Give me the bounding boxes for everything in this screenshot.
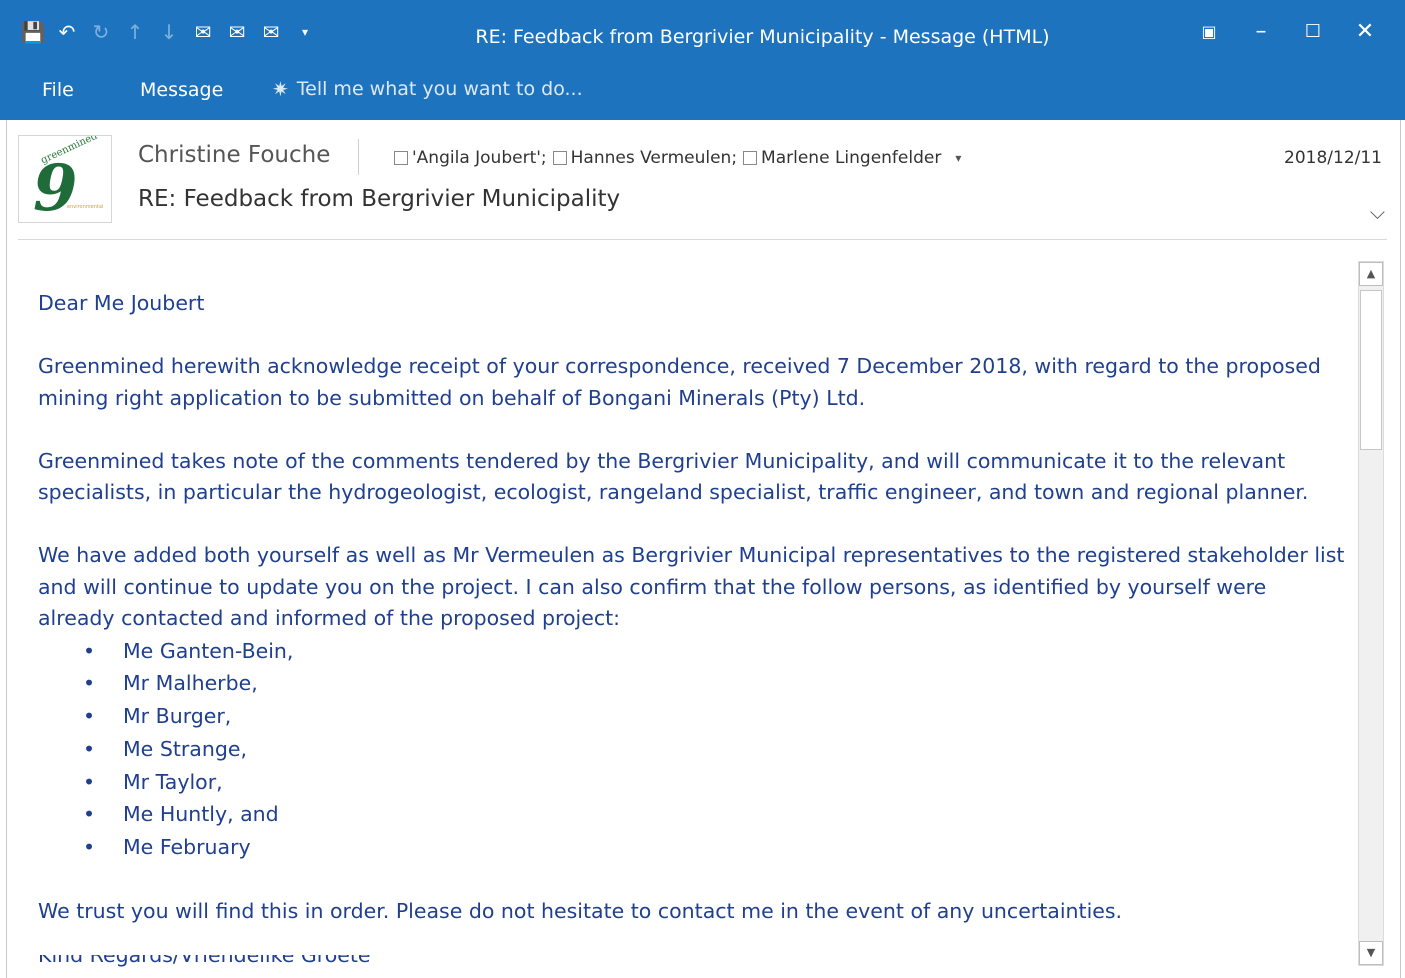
lightbulb-icon: ✷ <box>272 77 289 101</box>
persons-list: Me Ganten-Bein, Mr Malherbe, Mr Burger, … <box>38 635 1348 865</box>
maximize-icon[interactable]: ☐ <box>1287 16 1339 48</box>
svg-text:environmental: environmental <box>67 204 103 210</box>
recipients-list: 'Angila Joubert'; Hannes Vermeulen; Marl… <box>394 148 961 168</box>
header-divider <box>18 239 1387 240</box>
paragraph: Greenmined herewith acknowledge receipt … <box>38 354 1321 410</box>
message-subject: RE: Feedback from Bergrivier Municipalit… <box>138 186 621 212</box>
sent-date: 2018/12/11 <box>1284 148 1382 168</box>
recipient[interactable]: 'Angila Joubert'; <box>394 148 547 168</box>
list-item: Me Ganten-Bein, <box>83 635 1348 668</box>
list-item: Mr Taylor, <box>83 766 1348 799</box>
message-body: Dear Me Joubert Greenmined herewith ackn… <box>38 288 1348 959</box>
greenmined-logo-icon: greenmined 9 environmental <box>33 136 103 222</box>
list-item: Mr Burger, <box>83 700 1348 733</box>
list-item: Mr Malherbe, <box>83 667 1348 700</box>
contact-card-icon <box>394 151 408 165</box>
tab-file[interactable]: File <box>42 79 74 101</box>
greeting: Dear Me Joubert <box>38 291 205 315</box>
header-separator <box>358 139 359 175</box>
paragraph: We trust you will find this in order. Pl… <box>38 898 1123 923</box>
tab-message[interactable]: Message <box>140 79 223 101</box>
close-icon[interactable]: ✕ <box>1339 16 1391 48</box>
scroll-up-icon[interactable]: ▲ <box>1359 262 1383 286</box>
expand-header-chevron-icon[interactable]: ⌵ <box>1370 200 1385 224</box>
list-item: Me Huntly, and <box>83 798 1348 831</box>
window-controls: ▣ – ☐ ✕ <box>1183 16 1391 48</box>
contact-card-icon <box>552 151 567 165</box>
scroll-down-icon[interactable]: ▼ <box>1359 941 1383 965</box>
tell-me-placeholder: Tell me what you want to do... <box>296 78 583 100</box>
recipient[interactable]: Hannes Vermeulen; <box>552 148 737 168</box>
list-item: Me February <box>83 831 1348 864</box>
list-item: Me Strange, <box>83 733 1348 766</box>
sender-avatar: greenmined 9 environmental <box>18 135 112 223</box>
paragraph: Greenmined takes note of the comments te… <box>38 448 1309 505</box>
signoff-line: Kind Regards/Vriendelike Groete <box>38 955 371 967</box>
contact-card-icon <box>743 151 758 165</box>
scroll-thumb[interactable] <box>1360 290 1382 450</box>
svg-text:9: 9 <box>33 151 78 222</box>
chevron-down-icon[interactable]: ▾ <box>955 151 961 165</box>
minimize-icon[interactable]: – <box>1235 16 1287 48</box>
tell-me-box[interactable]: ✷ Tell me what you want to do... <box>272 77 583 101</box>
vertical-scrollbar[interactable]: ▲ ▼ <box>1358 261 1384 966</box>
title-bar: 💾 ↶ ↻ ↑ ↓ ✉ ✉ ✉ ▾ RE: Feedback from Berg… <box>0 0 1405 68</box>
sender-name[interactable]: Christine Fouche <box>138 142 330 168</box>
ribbon-display-icon[interactable]: ▣ <box>1183 16 1235 48</box>
paragraph: We have added both yourself as well as M… <box>38 543 1345 630</box>
recipient[interactable]: Marlene Lingenfelder <box>743 148 941 168</box>
